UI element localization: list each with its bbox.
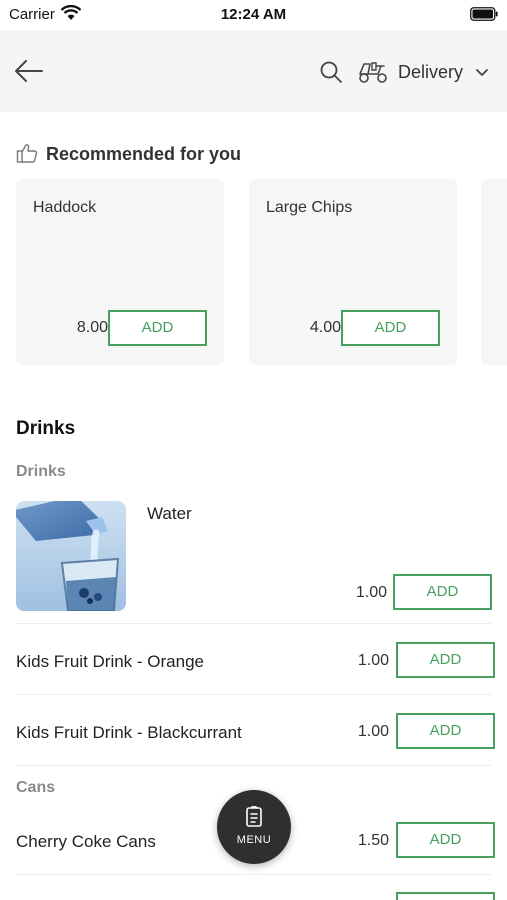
battery-icon (470, 7, 498, 21)
menu-item-price: 1.00 (357, 723, 389, 740)
add-button[interactable]: ADD (341, 310, 440, 346)
recommended-item-price: 8.00 (76, 319, 108, 336)
top-nav-bar: Delivery (0, 30, 507, 112)
recommended-item-name: Large Chips (266, 199, 353, 216)
menu-book-icon (246, 806, 262, 827)
recommended-header: Recommended for you (16, 142, 496, 168)
menu-fab-button[interactable]: MENU (217, 790, 291, 864)
recommended-title: Recommended for you (46, 144, 242, 164)
category-heading: Cans (16, 779, 56, 796)
row-divider (16, 623, 491, 624)
add-button[interactable]: ADD (108, 310, 207, 346)
status-time: 12:24 AM (220, 6, 287, 23)
menu-item-name[interactable]: Kids Fruit Drink - Orange (16, 652, 204, 672)
menu-item-name[interactable]: Kids Fruit Drink - Blackcurrant (16, 723, 242, 743)
back-arrow-icon[interactable] (12, 54, 46, 88)
add-button[interactable]: ADD (396, 822, 495, 858)
add-button-partial[interactable] (396, 892, 495, 900)
menu-item-name[interactable]: Cherry Coke Cans (16, 832, 156, 852)
section-title: Drinks (16, 418, 76, 439)
recommended-item-price: 4.00 (309, 319, 341, 336)
recommended-card[interactable]: Large Chips 4.00 ADD (249, 179, 457, 365)
search-icon[interactable] (317, 58, 345, 86)
recommended-card[interactable]: Haddock 8.00 ADD (16, 179, 224, 365)
row-divider (16, 874, 491, 875)
row-divider (16, 765, 491, 766)
row-divider (16, 694, 491, 695)
menu-fab-label: MENU (236, 834, 272, 846)
add-button[interactable]: ADD (393, 574, 492, 610)
water-product-image[interactable] (16, 501, 126, 611)
delivery-mode-label[interactable]: Delivery (398, 62, 463, 83)
thumbs-up-icon (16, 144, 38, 163)
recommended-card-peek[interactable] (481, 179, 507, 365)
status-bar: Carrier 12:24 AM (0, 0, 507, 30)
menu-item-name[interactable]: Water (147, 504, 192, 524)
menu-item-price: 1.50 (357, 832, 389, 849)
add-button[interactable]: ADD (396, 642, 495, 678)
recommended-item-name: Haddock (33, 199, 97, 216)
category-heading: Drinks (16, 463, 66, 480)
add-button[interactable]: ADD (396, 713, 495, 749)
menu-item-price: 1.00 (355, 584, 387, 601)
chevron-down-icon[interactable] (475, 67, 489, 79)
menu-item-price: 1.00 (357, 652, 389, 669)
delivery-scooter-icon[interactable] (357, 58, 389, 84)
